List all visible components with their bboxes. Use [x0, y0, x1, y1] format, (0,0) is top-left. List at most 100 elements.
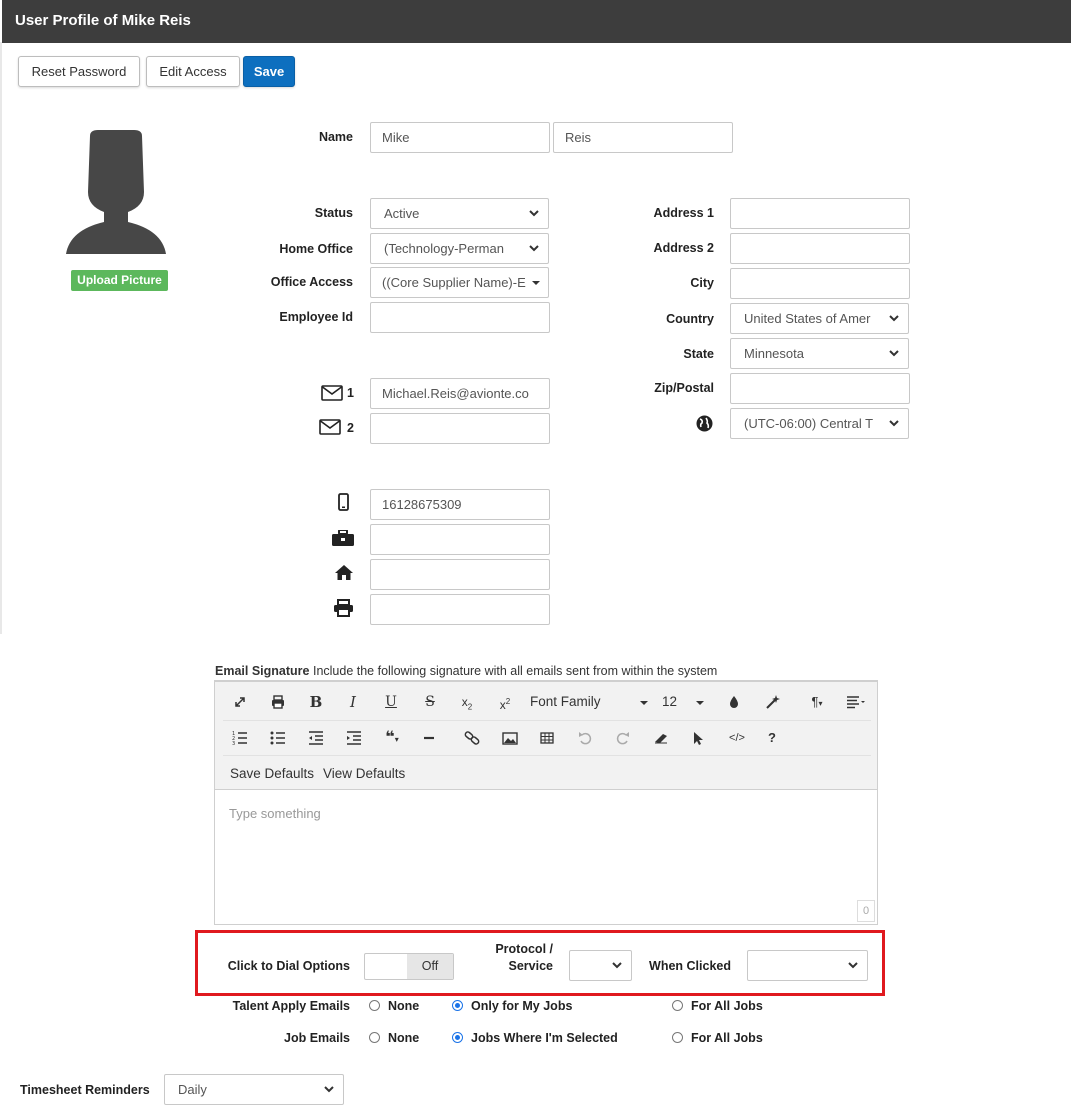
chevron-down-icon: [889, 315, 899, 322]
office-access-select[interactable]: ((Core Supplier Name)-E: [370, 267, 549, 298]
reset-password-button[interactable]: Reset Password: [18, 56, 140, 87]
country-select[interactable]: United States of Amer: [730, 303, 909, 334]
editor-toolbar: B I U S x2 x2 Font Family 12 ¶▾ 123 ❝▾ <…: [215, 682, 877, 790]
job-none-radio[interactable]: [369, 1032, 380, 1043]
undo-icon[interactable]: [573, 726, 597, 750]
unordered-list-icon[interactable]: [266, 726, 290, 750]
edit-access-button[interactable]: Edit Access: [146, 56, 240, 87]
avatar-placeholder-icon: [66, 130, 166, 256]
job-none-label: None: [388, 1031, 420, 1045]
image-icon[interactable]: [498, 726, 522, 750]
subscript-icon[interactable]: x2: [455, 690, 479, 714]
employee-id-label: Employee Id: [279, 310, 353, 324]
superscript-icon[interactable]: x2: [493, 690, 517, 714]
address-1-input[interactable]: [730, 198, 910, 229]
home-icon: [334, 564, 354, 581]
font-size-label: 12: [662, 694, 678, 709]
employee-id-input[interactable]: [370, 302, 550, 333]
status-select[interactable]: Active: [370, 198, 549, 229]
outdent-icon[interactable]: [304, 726, 328, 750]
job-emails-label: Job Emails: [284, 1031, 350, 1045]
home-office-value: (Technology-Perman: [384, 241, 504, 256]
chevron-down-icon: [529, 210, 539, 217]
click-to-dial-label: Click to Dial Options: [227, 959, 350, 973]
email-2-input[interactable]: [370, 413, 550, 444]
talent-my-jobs-radio[interactable]: [452, 1000, 463, 1011]
mobile-phone-input[interactable]: 16128675309: [370, 489, 550, 520]
page-header: User Profile of Mike Reis: [2, 0, 1071, 43]
timezone-value: (UTC-06:00) Central T: [744, 416, 874, 431]
save-defaults-button[interactable]: Save Defaults: [230, 766, 314, 781]
country-label: Country: [666, 312, 714, 326]
email-1-number: 1: [347, 386, 354, 400]
save-button[interactable]: Save: [243, 56, 295, 87]
upload-picture-button[interactable]: Upload Picture: [71, 270, 168, 291]
office-access-value: ((Core Supplier Name)-E: [382, 275, 526, 290]
office-access-label: Office Access: [270, 275, 353, 289]
bold-icon[interactable]: B: [304, 690, 328, 714]
paragraph-format-icon[interactable]: ¶▾: [802, 690, 832, 714]
print-icon[interactable]: [266, 690, 290, 714]
caret-down-icon: [696, 701, 704, 705]
signature-label: Email Signature: [215, 664, 310, 678]
underline-icon[interactable]: U: [379, 690, 403, 714]
talent-apply-emails-label: Talent Apply Emails: [232, 999, 350, 1013]
chevron-down-icon: [889, 420, 899, 427]
quote-icon[interactable]: ❝▾: [378, 726, 406, 750]
status-label: Status: [314, 206, 353, 220]
first-name-input[interactable]: Mike: [370, 122, 550, 153]
work-phone-input[interactable]: [370, 524, 550, 555]
address-2-label: Address 2: [653, 241, 714, 255]
city-input[interactable]: [730, 268, 910, 299]
when-clicked-select[interactable]: [747, 950, 868, 981]
table-icon[interactable]: [535, 726, 559, 750]
signature-editor: B I U S x2 x2 Font Family 12 ¶▾ 123 ❝▾ <…: [214, 680, 878, 925]
protocol-select[interactable]: [569, 950, 632, 981]
font-family-label: Font Family: [530, 694, 601, 709]
talent-all-jobs-radio[interactable]: [672, 1000, 683, 1011]
fax-input[interactable]: [370, 594, 550, 625]
toolbar-divider: [223, 720, 871, 721]
ordered-list-icon[interactable]: 123: [228, 726, 252, 750]
color-drop-icon[interactable]: [722, 690, 746, 714]
redo-icon[interactable]: [611, 726, 635, 750]
indent-icon[interactable]: [342, 726, 366, 750]
link-icon[interactable]: [460, 726, 484, 750]
horizontal-line-icon[interactable]: [417, 726, 441, 750]
home-phone-input[interactable]: [370, 559, 550, 590]
talent-none-radio[interactable]: [369, 1000, 380, 1011]
font-size-dropdown[interactable]: 12: [662, 694, 704, 714]
view-defaults-button[interactable]: View Defaults: [323, 766, 405, 781]
fullscreen-icon[interactable]: [228, 690, 252, 714]
state-select[interactable]: Minnesota: [730, 338, 909, 369]
email-2-number: 2: [347, 421, 354, 435]
email-1-input[interactable]: Michael.Reis@avionte.co: [370, 378, 550, 409]
align-icon[interactable]: [841, 690, 869, 714]
when-clicked-label: When Clicked: [649, 959, 731, 973]
zip-label: Zip/Postal: [654, 381, 714, 395]
job-selected-radio[interactable]: [452, 1032, 463, 1043]
timesheet-reminders-select[interactable]: Daily: [164, 1074, 344, 1105]
timesheet-reminders-value: Daily: [178, 1082, 207, 1097]
magic-wand-icon[interactable]: [761, 690, 785, 714]
last-name-input[interactable]: Reis: [553, 122, 733, 153]
home-office-label: Home Office: [279, 242, 353, 256]
job-all-jobs-radio[interactable]: [672, 1032, 683, 1043]
select-cursor-icon[interactable]: [686, 726, 710, 750]
name-label: Name: [318, 130, 353, 144]
help-icon[interactable]: ?: [760, 726, 784, 750]
timezone-select[interactable]: (UTC-06:00) Central T: [730, 408, 909, 439]
strikethrough-icon[interactable]: S: [418, 690, 442, 714]
address-2-input[interactable]: [730, 233, 910, 264]
signature-editor-placeholder[interactable]: Type something: [229, 806, 321, 821]
globe-icon: [696, 415, 713, 432]
toolbar-divider: [223, 755, 871, 756]
chevron-down-icon: [324, 1086, 334, 1093]
italic-icon[interactable]: I: [341, 690, 365, 714]
zip-input[interactable]: [730, 373, 910, 404]
font-family-dropdown[interactable]: Font Family: [530, 694, 648, 714]
code-view-icon[interactable]: </>: [725, 726, 749, 750]
eraser-icon[interactable]: [649, 726, 673, 750]
home-office-select[interactable]: (Technology-Perman: [370, 233, 549, 264]
click-to-dial-toggle[interactable]: Off: [364, 953, 454, 980]
